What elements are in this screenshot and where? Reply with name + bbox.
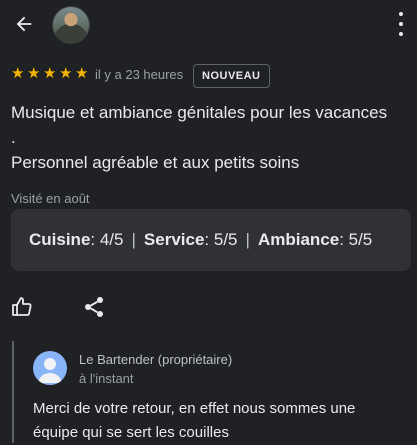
star-rating: ★ ★ ★ ★ ★ xyxy=(11,66,90,84)
share-button[interactable] xyxy=(82,295,106,319)
owner-avatar xyxy=(33,351,67,385)
star-icon: ★ xyxy=(11,65,25,82)
cuisine-value: : 4/5 xyxy=(90,230,124,249)
more-options-button[interactable] xyxy=(394,12,408,36)
person-icon xyxy=(38,358,62,383)
ambiance-label: Ambiance xyxy=(257,230,340,249)
reply-time: à l'instant xyxy=(79,371,134,386)
star-icon: ★ xyxy=(59,65,73,82)
thumb-up-icon xyxy=(12,297,32,316)
reviewer-avatar[interactable] xyxy=(52,6,90,44)
star-icon: ★ xyxy=(75,65,89,82)
review-line: Personnel agréable et aux petits soins xyxy=(11,153,300,172)
more-vert-icon xyxy=(399,12,403,16)
back-button[interactable] xyxy=(10,10,38,38)
review-time: il y a 23 heures xyxy=(95,67,184,82)
ambiance-value: : 5/5 xyxy=(339,230,373,249)
rating-separator: | xyxy=(131,230,136,249)
owner-reply-text: Merci de votre retour, en effet nous som… xyxy=(33,400,356,441)
share-icon xyxy=(85,297,103,317)
reply-thread-line xyxy=(12,341,14,443)
owner-name: Le Bartender (propriétaire) xyxy=(79,352,233,367)
service-value: : 5/5 xyxy=(204,230,238,249)
service-label: Service xyxy=(143,230,205,249)
like-button[interactable] xyxy=(10,295,34,319)
visited-date: Visité en août xyxy=(11,191,90,206)
sub-ratings-box: Cuisine : 4/5 | Service : 5/5 | Ambiance… xyxy=(11,209,411,271)
arrow-left-icon xyxy=(16,16,32,32)
review-line: . xyxy=(11,128,16,147)
new-badge: NOUVEAU xyxy=(193,64,270,88)
cuisine-label: Cuisine xyxy=(29,230,91,249)
star-icon: ★ xyxy=(43,65,57,82)
review-text: Musique et ambiance génitales pour les v… xyxy=(11,100,411,175)
review-line: Musique et ambiance génitales pour les v… xyxy=(11,103,388,122)
star-icon: ★ xyxy=(27,65,41,82)
rating-separator: | xyxy=(245,230,250,249)
